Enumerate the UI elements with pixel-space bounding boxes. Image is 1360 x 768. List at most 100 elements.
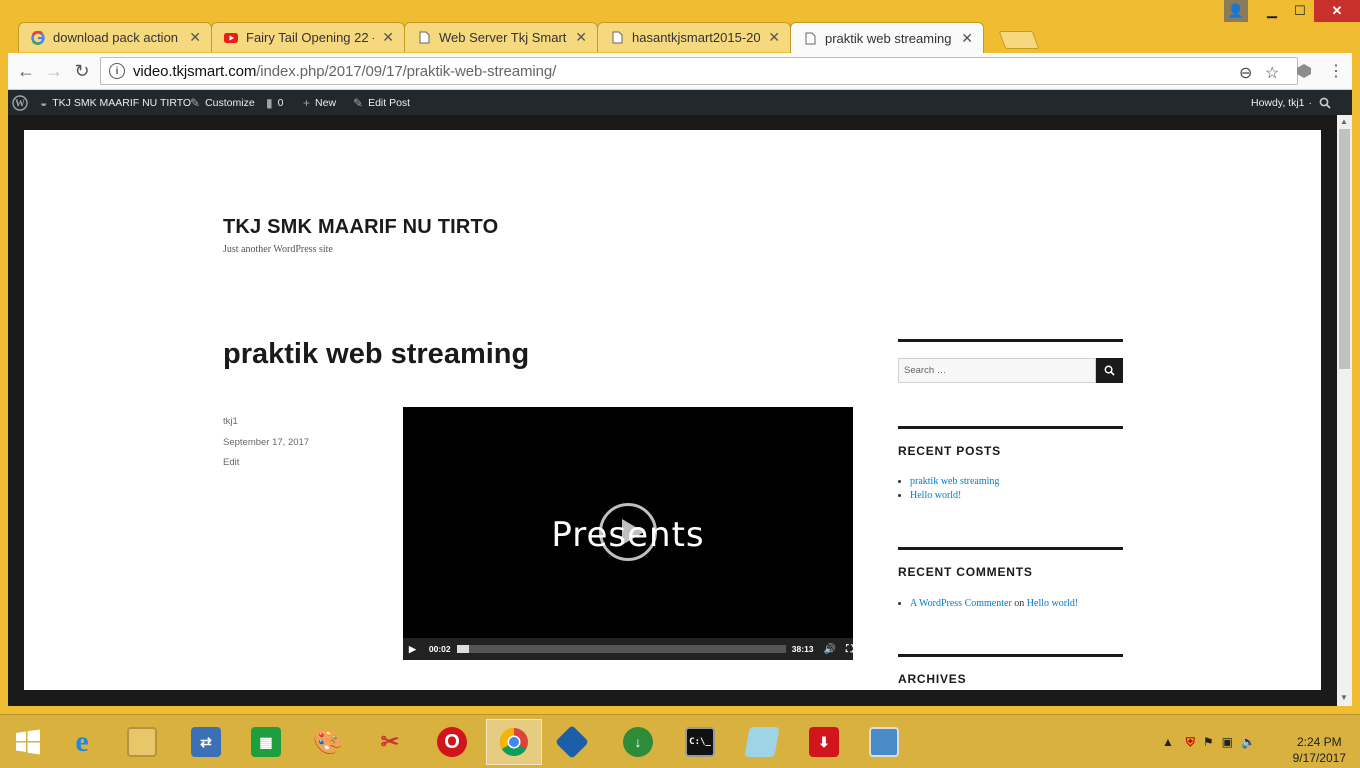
menu-icon[interactable]: ⋮ [1324, 59, 1348, 83]
antivirus-icon[interactable]: ⛨ [1186, 735, 1195, 750]
site-title[interactable]: TKJ SMK MAARIF NU TIRTO [223, 216, 498, 239]
wordpress-logo-icon[interactable]: W [12, 90, 28, 115]
widget-divider [898, 426, 1123, 429]
store-icon[interactable]: ▦ [238, 719, 294, 765]
video-player[interactable]: Presents ▶ 00:02 38:13 🔊 ⛶ [403, 407, 853, 660]
widget-divider [898, 547, 1123, 550]
back-icon[interactable]: ← [14, 59, 38, 83]
post-date[interactable]: September 17, 2017 [223, 437, 309, 448]
internet-explorer-icon[interactable]: e [54, 719, 110, 765]
opera-icon[interactable]: O [424, 719, 480, 765]
virtualbox-icon[interactable] [544, 719, 600, 765]
chrome-icon[interactable] [486, 719, 542, 765]
page-icon [610, 31, 624, 45]
close-tab-icon[interactable]: ✕ [961, 30, 973, 47]
fullscreen-icon[interactable]: ⛶ [846, 644, 853, 655]
adminbar-customize[interactable]: ✎ Customize [190, 90, 255, 115]
windows-start-icon[interactable] [0, 719, 56, 765]
video-controls: ▶ 00:02 38:13 🔊 ⛶ [403, 638, 853, 660]
paint-icon[interactable]: 🎨 [300, 719, 356, 765]
bookmark-star-icon[interactable]: ☆ [1265, 63, 1279, 83]
command-prompt-icon[interactable]: C:\_ [672, 719, 728, 765]
zoom-icon[interactable]: ⊖ [1239, 63, 1252, 83]
user-icon[interactable]: 👤 [1224, 0, 1248, 22]
volume-tray-icon[interactable]: 🔈 [1241, 735, 1256, 749]
close-window-button[interactable]: ✕ [1314, 0, 1360, 22]
show-hidden-icons-icon[interactable]: ▲ [1162, 735, 1174, 749]
info-icon[interactable]: i [109, 63, 125, 79]
search-form: Search … [898, 358, 1123, 383]
close-tab-icon[interactable]: ✕ [768, 29, 780, 46]
post-author[interactable]: tkj1 [223, 416, 238, 427]
recent-posts-title: RECENT POSTS [898, 444, 1001, 458]
comment-post-link[interactable]: Hello world! [1027, 598, 1078, 609]
installer-icon[interactable]: ⬇ [796, 719, 852, 765]
extension-icon[interactable] [1292, 59, 1316, 83]
snipping-tool-icon[interactable]: ✂ [362, 719, 418, 765]
youtube-icon [224, 31, 238, 45]
comment-author-link[interactable]: A WordPress Commenter [910, 598, 1012, 609]
reload-icon[interactable]: ↻ [70, 59, 94, 83]
system-clock[interactable]: 2:24 PM 9/17/2017 [1293, 734, 1346, 766]
current-time: 00:02 [428, 644, 451, 654]
tab-title: Web Server Tkj Smart [439, 30, 567, 45]
action-center-flag-icon[interactable]: ⚑ [1203, 735, 1214, 749]
minimize-button[interactable]: ▁ [1258, 0, 1286, 22]
svg-text:W: W [15, 98, 25, 109]
recent-post-link[interactable]: Hello world! [910, 490, 961, 501]
forward-icon[interactable]: → [42, 59, 66, 83]
recent-comments-title: RECENT COMMENTS [898, 565, 1033, 579]
tab-web-server[interactable]: Web Server Tkj Smart ✕ [404, 22, 598, 52]
progress-buffer [456, 645, 469, 653]
scroll-up-icon[interactable]: ▲ [1340, 117, 1348, 126]
recent-posts-list: praktik web streaming Hello world! [910, 476, 999, 504]
close-tab-icon[interactable]: ✕ [575, 29, 587, 46]
new-tab-button[interactable] [998, 31, 1040, 49]
archives-title: ARCHIVES [898, 672, 967, 686]
progress-rail[interactable] [456, 645, 786, 653]
address-bar[interactable]: i video.tkjsmart.com/index.php/2017/09/1… [100, 57, 1298, 85]
recent-comments-list: A WordPress Commenter on Hello world! [910, 598, 1078, 612]
network-icon[interactable]: ▣ [1222, 735, 1233, 749]
adminbar-howdy[interactable]: Howdy, tkj1 · [1251, 90, 1312, 115]
volume-icon[interactable]: 🔊 [824, 644, 836, 655]
post-edit-link[interactable]: Edit [223, 457, 239, 468]
adminbar-comments[interactable]: ▮ 0 [266, 90, 283, 115]
list-item: A WordPress Commenter on Hello world! [910, 598, 1078, 609]
tab-download-pack[interactable]: download pack action ph ✕ [18, 22, 212, 52]
window-controls: 👤 ▁ ☐ ✕ [1224, 0, 1360, 22]
site-description: Just another WordPress site [223, 244, 333, 255]
recent-post-link[interactable]: praktik web streaming [910, 476, 999, 487]
search-icon[interactable] [1319, 90, 1331, 115]
search-button[interactable] [1096, 358, 1123, 383]
plus-icon: + [303, 95, 311, 110]
photo-viewer-icon[interactable] [856, 719, 912, 765]
tab-fairy-tail[interactable]: Fairy Tail Opening 22 - E ✕ [211, 22, 405, 52]
download-manager-icon[interactable]: ↓ [610, 719, 666, 765]
adminbar-site-link[interactable]: ◒ TKJ SMK MAARIF NU TIRTO [40, 90, 191, 115]
page-icon [417, 31, 431, 45]
list-item: Hello world! [910, 490, 999, 501]
search-input[interactable]: Search … [898, 358, 1096, 383]
play-pause-icon[interactable]: ▶ [409, 644, 419, 655]
tab-title: Fairy Tail Opening 22 - E [246, 30, 375, 45]
adminbar-edit-post[interactable]: ✎ Edit Post [353, 90, 410, 115]
file-explorer-icon[interactable] [114, 719, 170, 765]
page-scrollbar[interactable]: ▲ ▼ [1337, 115, 1352, 706]
adminbar-new[interactable]: + New [303, 90, 336, 115]
close-tab-icon[interactable]: ✕ [189, 29, 201, 46]
browser-toolbar: ← → ↻ i video.tkjsmart.com/index.php/201… [8, 53, 1352, 90]
tab-praktik-active[interactable]: praktik web streaming – ✕ [790, 22, 984, 53]
google-icon [31, 30, 45, 45]
network-tool-icon[interactable]: ⇄ [178, 719, 234, 765]
scroll-down-icon[interactable]: ▼ [1340, 693, 1348, 702]
notepad-icon[interactable] [734, 719, 790, 765]
close-tab-icon[interactable]: ✕ [382, 29, 394, 46]
widget-divider [898, 654, 1123, 657]
scroll-thumb[interactable] [1339, 129, 1350, 369]
maximize-button[interactable]: ☐ [1286, 0, 1314, 22]
play-overlay-icon[interactable] [599, 503, 657, 561]
system-tray: ▲ ⛨ ⚑ ▣ 🔈 [1162, 715, 1256, 768]
tab-strip: download pack action ph ✕ Fairy Tail Ope… [14, 22, 1054, 53]
tab-hasan[interactable]: hasantkjsmart2015-2016 ✕ [597, 22, 791, 52]
